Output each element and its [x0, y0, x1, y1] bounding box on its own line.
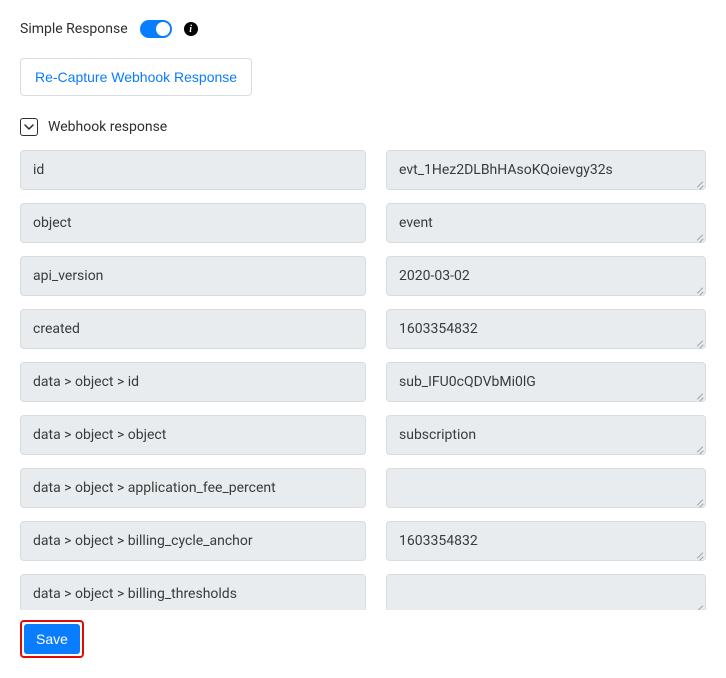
fields-scroll-area: id evt_1Hez2DLBhHAsoKQoievgy32sobject even… — [20, 150, 706, 610]
header-row: Simple Response i — [20, 20, 706, 38]
field-row: data > object > billing_cycle_anchor 1603… — [20, 521, 706, 561]
field-value-wrap: subscription — [386, 415, 706, 455]
field-row: data > object > billing_thresholds — [20, 574, 706, 610]
field-row: id evt_1Hez2DLBhHAsoKQoievgy32s — [20, 150, 706, 190]
chevron-down-icon — [24, 122, 34, 132]
simple-response-toggle[interactable] — [140, 20, 172, 38]
field-value-wrap: event — [386, 203, 706, 243]
field-value-wrap: sub_IFU0cQDVbMi0lG — [386, 362, 706, 402]
collapse-toggle[interactable] — [20, 118, 38, 136]
field-value[interactable]: subscription — [386, 415, 706, 455]
field-value[interactable]: 2020-03-02 — [386, 256, 706, 296]
field-key[interactable]: data > object > object — [20, 415, 366, 455]
section-header: Webhook response — [20, 118, 706, 136]
save-button-highlight: Save — [20, 620, 84, 658]
field-row: created 1603354832 — [20, 309, 706, 349]
field-value[interactable] — [386, 468, 706, 508]
field-value-wrap: 1603354832 — [386, 309, 706, 349]
field-key[interactable]: api_version — [20, 256, 366, 296]
field-row: object event — [20, 203, 706, 243]
field-row: api_version 2020-03-02 — [20, 256, 706, 296]
field-key[interactable]: data > object > application_fee_percent — [20, 468, 366, 508]
field-row: data > object > id sub_IFU0cQDVbMi0lG — [20, 362, 706, 402]
field-value[interactable]: 1603354832 — [386, 521, 706, 561]
field-value-wrap — [386, 574, 706, 610]
field-key[interactable]: created — [20, 309, 366, 349]
field-row: data > object > application_fee_percent — [20, 468, 706, 508]
webhook-response-label: Webhook response — [48, 119, 167, 135]
field-key[interactable]: data > object > billing_cycle_anchor — [20, 521, 366, 561]
info-icon[interactable]: i — [184, 22, 198, 36]
field-row: data > object > object subscription — [20, 415, 706, 455]
field-key[interactable]: data > object > id — [20, 362, 366, 402]
recapture-webhook-button[interactable]: Re-Capture Webhook Response — [20, 58, 252, 96]
field-value-wrap — [386, 468, 706, 508]
field-value[interactable]: 1603354832 — [386, 309, 706, 349]
simple-response-label: Simple Response — [20, 21, 128, 37]
field-value[interactable]: event — [386, 203, 706, 243]
field-value[interactable]: evt_1Hez2DLBhHAsoKQoievgy32s — [386, 150, 706, 190]
field-key[interactable]: data > object > billing_thresholds — [20, 574, 366, 610]
field-value-wrap: 1603354832 — [386, 521, 706, 561]
field-value-wrap: evt_1Hez2DLBhHAsoKQoievgy32s — [386, 150, 706, 190]
field-value[interactable] — [386, 574, 706, 610]
field-key[interactable]: id — [20, 150, 366, 190]
field-value[interactable]: sub_IFU0cQDVbMi0lG — [386, 362, 706, 402]
toggle-knob — [156, 22, 170, 36]
save-button[interactable]: Save — [24, 624, 80, 654]
field-value-wrap: 2020-03-02 — [386, 256, 706, 296]
field-key[interactable]: object — [20, 203, 366, 243]
